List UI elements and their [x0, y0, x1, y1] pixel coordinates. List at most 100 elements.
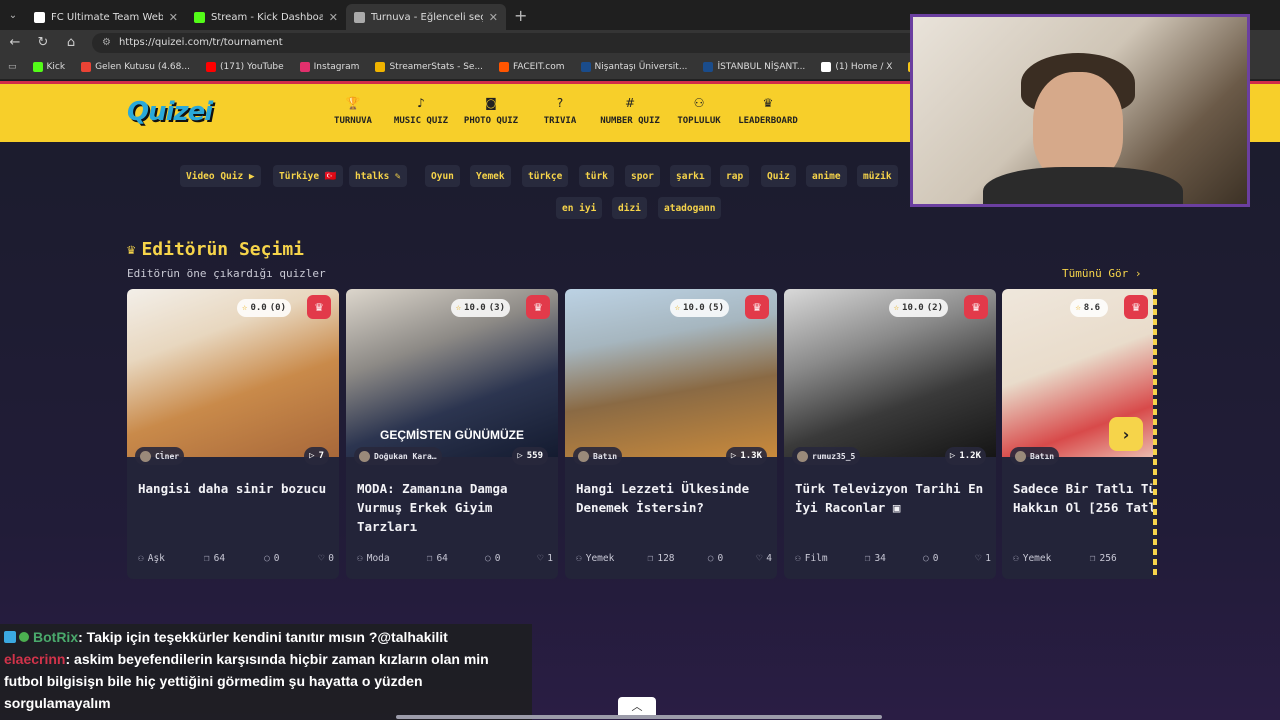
tag-chip[interactable]: anime	[806, 165, 847, 187]
tag-chip[interactable]: rap	[720, 165, 750, 187]
heart-icon: ♡	[537, 553, 544, 564]
tag-chip[interactable]: atadogann	[658, 197, 722, 219]
users-icon: ⚇	[693, 96, 705, 110]
tab-title: FC Ultimate Team Web App - EA S	[51, 11, 163, 23]
reload-icon[interactable]: ↻	[36, 35, 50, 50]
back-icon[interactable]: ←	[8, 35, 22, 50]
author-badge[interactable]: Batın	[1010, 447, 1060, 465]
close-tab-icon[interactable]: ✕	[489, 11, 498, 24]
like-count[interactable]: ♡ 0	[319, 553, 334, 564]
quiz-card[interactable]: ☆ 10.0 (2) ♛ rumuz35_5 ▷ 1.2K Türk Televizyon T…	[784, 289, 996, 579]
like-count[interactable]: ♡ 4	[757, 553, 772, 564]
bookmark-item[interactable]: FACEIT.com	[499, 62, 565, 72]
quiz-card[interactable]: GEÇMİSTEN GÜNÜMÜZE ☆ 10.0 (3) ♛ Doğukan Kara……	[346, 289, 558, 579]
bookmark-label: (171) YouTube	[219, 62, 284, 72]
quiz-card[interactable]: ☆ 0.0 (0) ♛ Cl̇ner ▷ 7 Hangisi daha sinir bozuc…	[127, 289, 339, 579]
carousel-next-button[interactable]: ›	[1109, 417, 1143, 451]
crown-icon: ♛	[526, 295, 550, 319]
crown-icon: ♛	[964, 295, 988, 319]
category[interactable]: ⚇ Yemek	[1013, 553, 1051, 564]
tag-chip[interactable]: Yemek	[470, 165, 511, 187]
tag-chip[interactable]: htalks ✎	[349, 165, 407, 187]
close-tab-icon[interactable]: ✕	[169, 11, 178, 24]
nav-item-number-quiz[interactable]: # NUMBER QUIZ	[590, 96, 670, 126]
author-badge[interactable]: Cl̇ner	[135, 447, 185, 465]
bookmark-item[interactable]: (1) Home / X	[821, 62, 892, 72]
category[interactable]: ⚇ Yemek	[576, 553, 614, 564]
carousel-edge	[1153, 289, 1157, 579]
tab-search-icon[interactable]: ⌄	[0, 0, 26, 30]
bookmark-item[interactable]: Kick	[32, 62, 65, 72]
play-count: 559	[526, 451, 543, 461]
nav-item-music-quiz[interactable]: ♪ MUSIC QUIZ	[381, 96, 461, 126]
bookmark-item[interactable]: StreamerStats - Se...	[375, 62, 483, 72]
browser-tab-ea[interactable]: FC Ultimate Team Web App - EA S ✕	[26, 4, 186, 30]
tag-chip[interactable]: Video Quiz ▶	[180, 165, 261, 187]
item-count-value: 64	[436, 553, 448, 564]
author-badge[interactable]: Batın	[573, 447, 623, 465]
quiz-title[interactable]: Türk Televizyon Tarihi En İyi Raconlar ▣	[795, 479, 989, 517]
tag-chip[interactable]: Quiz	[761, 165, 796, 187]
browser-tab-kick[interactable]: Stream - Kick Dashboard ✕	[186, 4, 346, 30]
browser-tab-quizei[interactable]: Turnuva - Eğlenceli seçimler yapı ✕	[346, 4, 506, 30]
category[interactable]: ⚇ Aşk	[138, 553, 165, 564]
category-label: Aşk	[147, 553, 165, 564]
crown-icon: ♛	[745, 295, 769, 319]
quiz-title[interactable]: Hangisi daha sinir bozucu	[138, 479, 332, 498]
section-subtitle: Editörün öne çıkardığı quizler	[127, 267, 326, 280]
author-badge[interactable]: Doğukan Kara…	[354, 447, 442, 465]
tag-chip[interactable]: dizi	[612, 197, 647, 219]
bookmark-item[interactable]: Instagram	[299, 62, 359, 72]
bookmark-item[interactable]: Nişantaşı Üniversit...	[580, 62, 687, 72]
heart-icon: ♡	[756, 553, 763, 564]
bookmark-label: StreamerStats - Se...	[389, 62, 484, 72]
close-tab-icon[interactable]: ✕	[329, 11, 338, 24]
category[interactable]: ⚇ Moda	[357, 553, 390, 564]
items-icon: ❐	[864, 553, 871, 564]
quiz-title[interactable]: Hangi Lezzeti Ülkesinde Denemek İstersin…	[576, 479, 770, 517]
site-info-icon[interactable]: ⚙	[102, 37, 111, 48]
tag-chip[interactable]: Oyun	[425, 165, 460, 187]
horizontal-scrollbar[interactable]	[396, 715, 882, 719]
tag-chip[interactable]: en iyi	[556, 197, 603, 219]
bookmark-item[interactable]: (171) YouTube	[205, 62, 284, 72]
url-field[interactable]: ⚙ https://quizei.com/tr/tournament	[92, 32, 932, 53]
quizei-logo[interactable]: Quizei	[127, 97, 213, 127]
category[interactable]: ⚇ Film	[795, 553, 828, 564]
nav-item-trivia[interactable]: ? TRIVIA	[520, 96, 600, 126]
author-badge[interactable]: rumuz35_5	[792, 447, 861, 465]
comment-count: ○0	[708, 553, 723, 564]
quiz-meta: ⚇Yemek❐256○0	[1013, 553, 1156, 564]
quiz-title[interactable]: Sadece Bir Tatlı Tüketme Hakkın Ol [256 …	[1013, 479, 1156, 517]
tag-chip[interactable]: müzik	[857, 165, 898, 187]
tab-title: Turnuva - Eğlenceli seçimler yapı	[371, 11, 483, 23]
tab-title: Stream - Kick Dashboard	[211, 11, 323, 23]
chat-text: : askim beyefendilerin karşısında hiçbir…	[4, 651, 489, 711]
stream-chat-overlay: BotRix: Takip için teşekkürler kendini t…	[0, 624, 532, 720]
quiz-title[interactable]: MODA: Zamanına Damga Vurmuş Erkek Giyim …	[357, 479, 551, 536]
tag-chip[interactable]: şarkı	[670, 165, 711, 187]
bookmark-item[interactable]: Gelen Kutusu (4.68...	[81, 62, 190, 72]
tag-chip[interactable]: Türkiye 🇹🇷	[273, 165, 343, 187]
nav-item-leaderboard[interactable]: ♛ LEADERBOARD	[728, 96, 808, 126]
new-tab-icon[interactable]: +	[514, 6, 527, 25]
tag-chip[interactable]: türk	[579, 165, 614, 187]
like-count[interactable]: ♡ 1	[976, 553, 991, 564]
nav-item-topluluk[interactable]: ⚇ TOPLULUK	[659, 96, 739, 126]
scroll-up-button[interactable]: ︿	[618, 697, 656, 715]
apps-icon[interactable]: ▭	[8, 62, 17, 72]
tag-chip[interactable]: spor	[625, 165, 660, 187]
category-label: Moda	[366, 553, 390, 564]
tag-chip[interactable]: türkçe	[522, 165, 569, 187]
author-name: Batın	[1030, 451, 1055, 461]
quiz-card[interactable]: ☆ 10.0 (5) ♛ Batın ▷ 1.3K Hangi Lezzeti Ülkesin…	[565, 289, 777, 579]
nav-item-photo-quiz[interactable]: ◙ PHOTO QUIZ	[451, 96, 531, 126]
bookmark-item[interactable]: İSTANBUL NİŞANT...	[703, 62, 805, 72]
nav-item-label: TRIVIA	[543, 116, 577, 126]
home-icon[interactable]: ⌂	[64, 35, 78, 50]
comment-count-value: 0	[273, 553, 280, 564]
rating-value: 10.0	[683, 303, 705, 313]
kick-favicon-icon	[194, 11, 205, 23]
like-count[interactable]: ♡ 1	[538, 553, 553, 564]
see-all-link[interactable]: Tümünü Gör ›	[1062, 267, 1141, 280]
